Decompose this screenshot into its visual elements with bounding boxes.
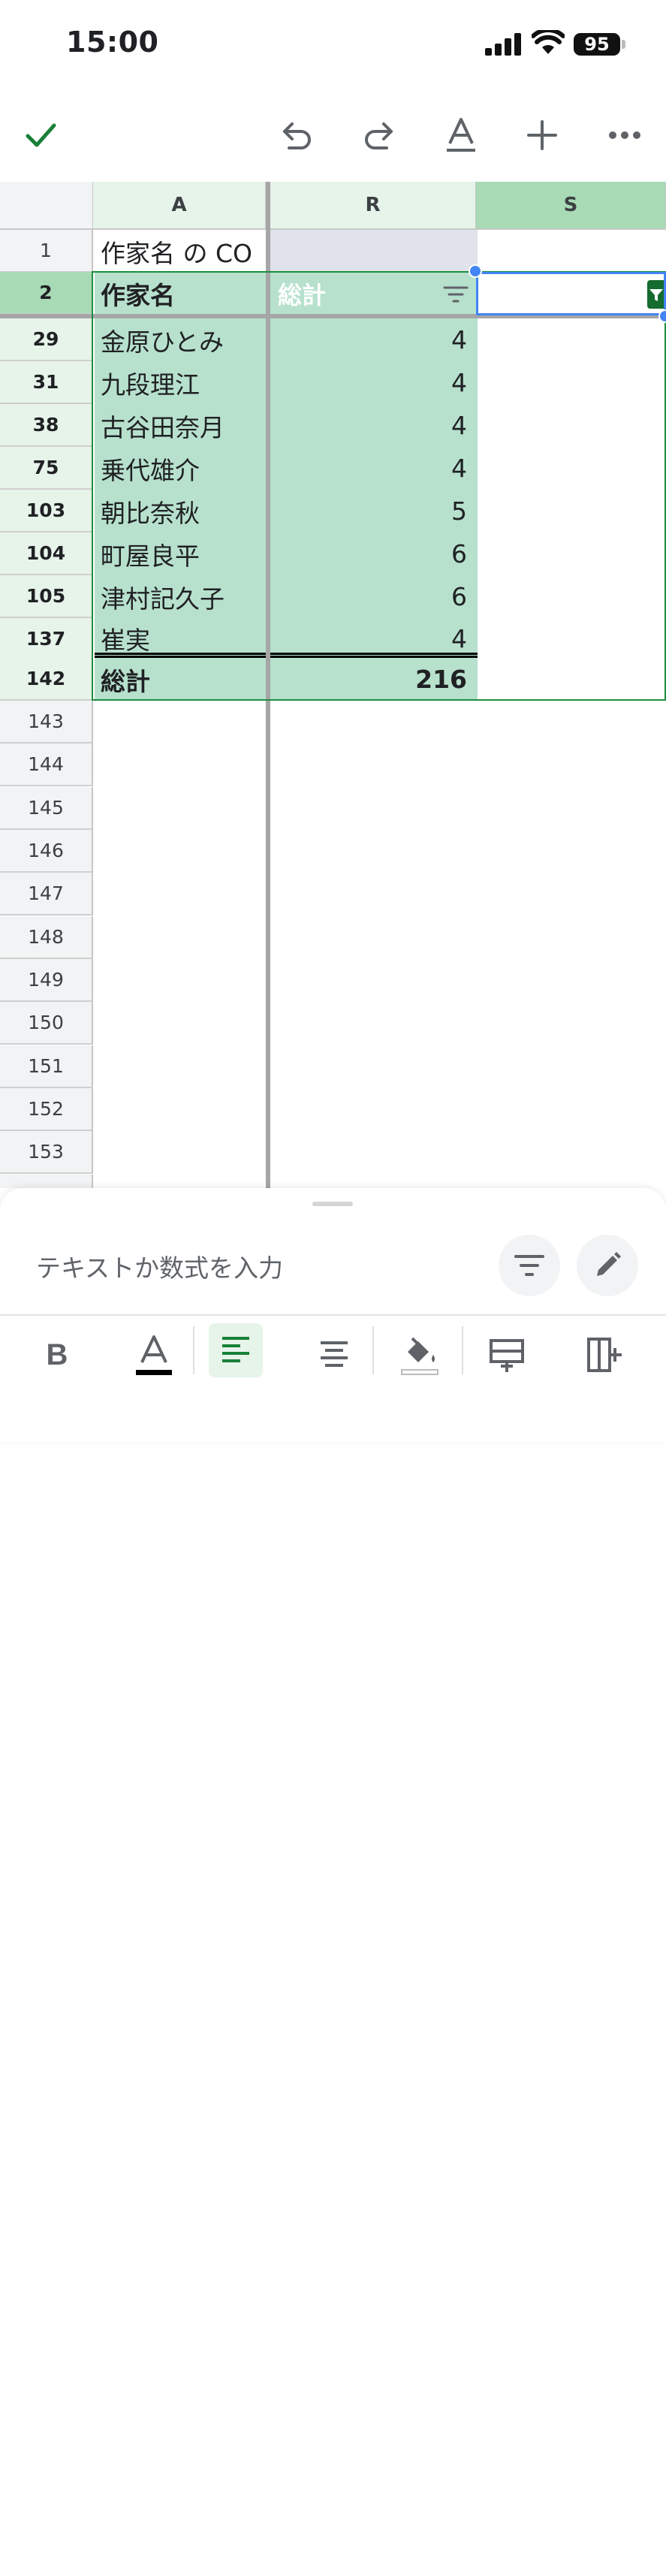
align-center-button[interactable]: [308, 1322, 360, 1388]
filter-icon: [514, 1255, 544, 1276]
selection-range-outline: [92, 271, 666, 701]
add-icon[interactable]: [518, 111, 566, 159]
row-header[interactable]: 152: [0, 1088, 93, 1132]
row-header[interactable]: 150: [0, 1002, 93, 1045]
battery-indicator: 95: [574, 33, 620, 56]
status-bar: 15:00 95: [0, 0, 666, 90]
top-toolbar: [0, 90, 666, 182]
cellular-signal-icon: [485, 33, 521, 56]
row-header[interactable]: 149: [0, 959, 93, 1003]
insert-row-button[interactable]: [481, 1322, 533, 1388]
column-header-s[interactable]: S: [476, 182, 666, 230]
fill-color-icon: [401, 1337, 438, 1375]
row-header[interactable]: 1: [0, 230, 93, 273]
row-header[interactable]: 144: [0, 744, 93, 787]
toolbar-separator: [193, 1326, 194, 1374]
row-header[interactable]: 103: [0, 490, 93, 533]
bold-button[interactable]: B: [33, 1322, 81, 1388]
status-time: 15:00: [66, 26, 159, 59]
row-header[interactable]: 38: [0, 404, 93, 448]
selection-handle-top[interactable]: [469, 264, 482, 278]
row-header[interactable]: 104: [0, 532, 93, 576]
row-header[interactable]: 147: [0, 873, 93, 916]
bold-icon: B: [46, 1338, 68, 1371]
cell-a1[interactable]: 作家名 の CO: [95, 230, 266, 273]
row-header[interactable]: 75: [0, 447, 93, 490]
row-header[interactable]: 145: [0, 787, 93, 831]
battery-tip: [622, 40, 625, 49]
redo-icon[interactable]: [354, 111, 402, 159]
row-header[interactable]: 31: [0, 361, 93, 405]
fill-color-button[interactable]: [395, 1322, 445, 1388]
row-header[interactable]: [0, 1175, 93, 1188]
text-color-icon: [136, 1335, 172, 1375]
column-header-a[interactable]: A: [93, 182, 266, 230]
insert-column-button[interactable]: [578, 1322, 631, 1388]
align-center-icon: [321, 1341, 348, 1367]
insert-column-icon: [587, 1338, 622, 1372]
row-header[interactable]: 137: [0, 618, 93, 662]
edit-button[interactable]: [577, 1235, 638, 1296]
formula-panel: テキストか数式を入力 B: [0, 1188, 666, 1442]
row-header[interactable]: 29: [0, 318, 93, 361]
row-header[interactable]: 148: [0, 916, 93, 960]
filter-button[interactable]: [499, 1235, 560, 1296]
undo-icon[interactable]: [273, 111, 321, 159]
filter-active-badge[interactable]: [647, 280, 664, 309]
drag-handle[interactable]: [312, 1202, 353, 1206]
spreadsheet-grid[interactable]: A R S 1 作家名 の CO 2 作家名 総計 29 金原ひとみ 4 31 …: [0, 182, 666, 1188]
row-header[interactable]: 105: [0, 575, 93, 619]
toolbar-separator: [462, 1326, 463, 1374]
column-header-r[interactable]: R: [270, 182, 476, 230]
funnel-icon: [649, 289, 663, 301]
row-header[interactable]: 143: [0, 701, 93, 744]
active-cell-s2[interactable]: [476, 272, 666, 315]
row-header[interactable]: 153: [0, 1131, 93, 1175]
row-header[interactable]: 2: [0, 272, 93, 315]
more-icon[interactable]: [601, 111, 649, 159]
divider: [0, 1314, 666, 1316]
cell-r1[interactable]: [270, 230, 478, 273]
row-header[interactable]: 142: [0, 658, 93, 701]
insert-row-icon: [490, 1339, 524, 1372]
grid-corner[interactable]: [0, 182, 93, 230]
row-header[interactable]: 151: [0, 1045, 93, 1089]
align-left-icon: [222, 1337, 249, 1362]
wifi-icon: [532, 30, 565, 54]
align-left-button[interactable]: [209, 1323, 263, 1377]
check-icon[interactable]: [17, 111, 65, 159]
formula-input[interactable]: テキストか数式を入力: [36, 1248, 283, 1284]
pencil-icon: [597, 1252, 621, 1276]
text-color-button[interactable]: [128, 1322, 180, 1388]
toolbar-separator: [372, 1326, 374, 1374]
row-header[interactable]: 146: [0, 830, 93, 873]
text-format-icon[interactable]: [437, 111, 485, 159]
